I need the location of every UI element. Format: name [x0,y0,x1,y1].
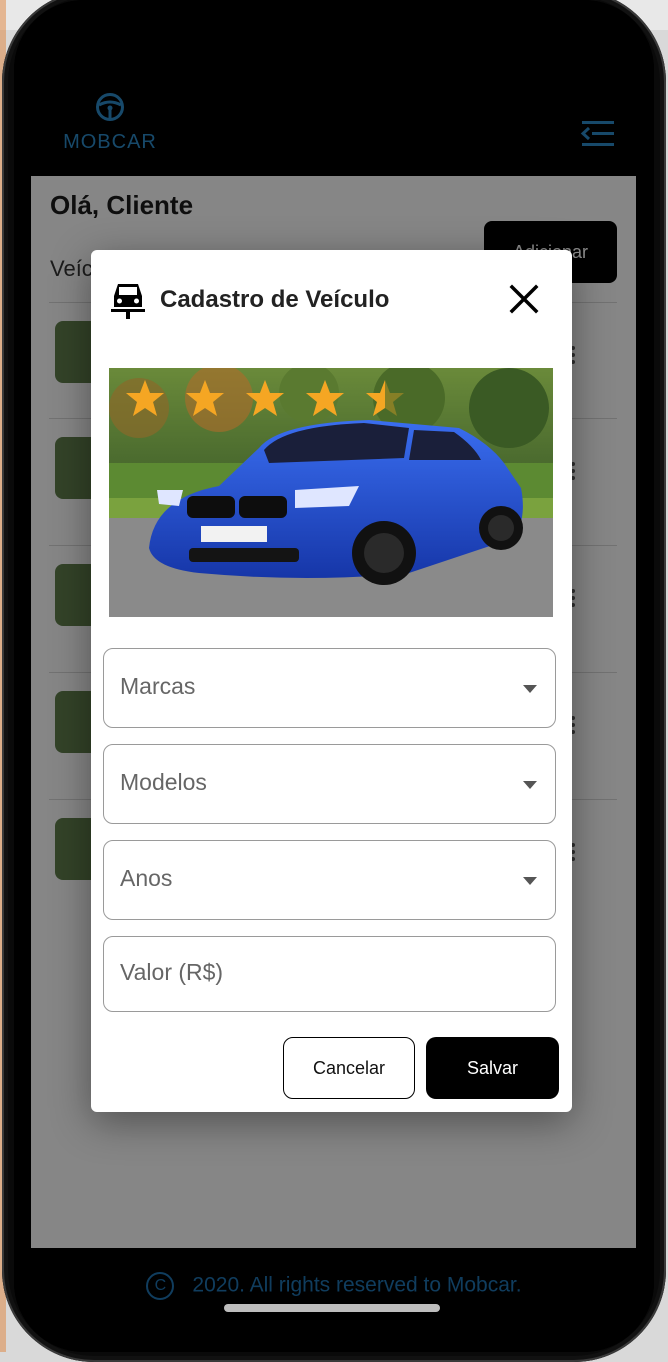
chevron-down-icon [523,781,537,789]
star-icon[interactable] [125,378,165,418]
cancel-button[interactable]: Cancelar [283,1037,415,1099]
phone-screen: MOBCAR Olá, Cliente Adicionar Veíc [14,0,654,1352]
brand-select-placeholder: Marcas [120,673,196,699]
car-icon [111,284,145,319]
star-icon[interactable] [365,378,405,418]
star-icon[interactable] [305,378,345,418]
star-icon[interactable] [245,378,285,418]
chevron-down-icon [523,685,537,693]
model-select-placeholder: Modelos [120,769,207,795]
value-input[interactable]: Valor (R$) [103,936,556,1012]
value-input-placeholder: Valor (R$) [120,959,224,985]
rating-stars[interactable] [125,378,405,418]
brand-select[interactable]: Marcas [103,648,556,728]
model-select[interactable]: Modelos [103,744,556,824]
modal-header: Cadastro de Veículo [111,280,551,320]
year-select[interactable]: Anos [103,840,556,920]
close-icon[interactable] [507,282,541,316]
chevron-down-icon [523,877,537,885]
vehicle-registration-modal: Cadastro de Veículo Marcas Modelos Anos … [91,250,572,1112]
save-button[interactable]: Salvar [426,1037,559,1099]
star-icon[interactable] [185,378,225,418]
year-select-placeholder: Anos [120,865,173,891]
home-indicator[interactable] [224,1304,440,1312]
modal-title: Cadastro de Veículo [160,286,390,313]
vehicle-photo [109,368,553,617]
